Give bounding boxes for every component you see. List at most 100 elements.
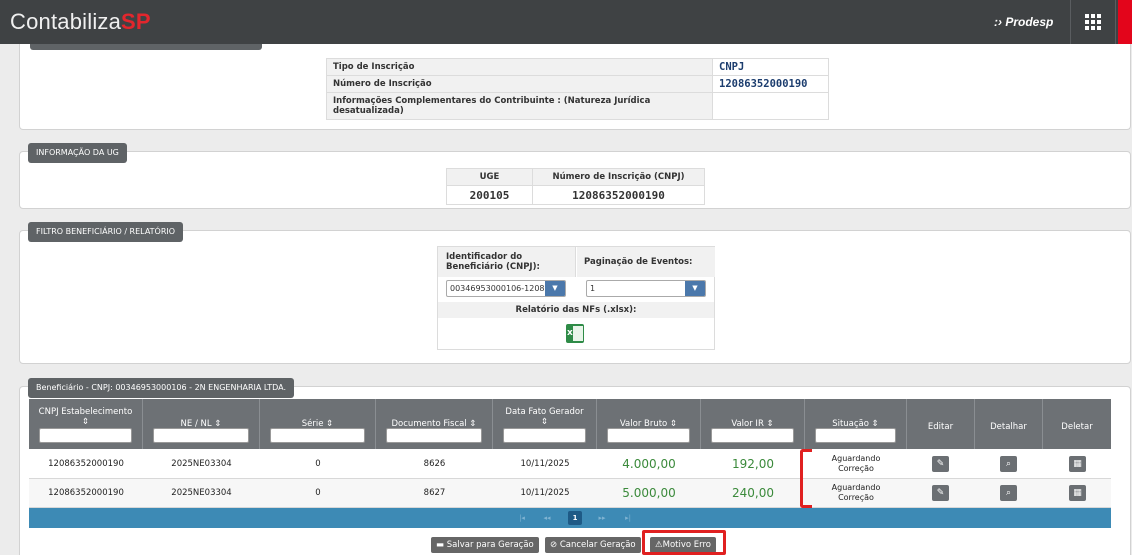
ug-cnpj-value: 12086352000190 bbox=[532, 185, 705, 205]
documento-cell: 8627 bbox=[423, 488, 446, 498]
col-editar: Editar bbox=[907, 399, 975, 449]
identificador-label: Identificador do Beneficiário (CNPJ): bbox=[438, 247, 576, 277]
prev-page-button[interactable]: ◂◂ bbox=[539, 511, 555, 525]
ne-cell: 2025NE03304 bbox=[171, 488, 232, 498]
table-row[interactable]: 12086352000190 2025NE03304 0 8626 10/11/… bbox=[29, 450, 1111, 479]
info-complementar-value bbox=[712, 92, 829, 120]
paginacao-label: Paginação de Eventos: bbox=[577, 247, 715, 277]
col-situacao[interactable]: Situação ⇕ bbox=[805, 399, 907, 449]
cnpj-cell: 12086352000190 bbox=[48, 488, 124, 498]
trash-icon: ▦ bbox=[1073, 488, 1082, 498]
edit-button[interactable]: ✎ bbox=[932, 485, 949, 501]
chevron-down-icon: ▼ bbox=[685, 281, 705, 296]
detail-button[interactable]: ⌕ bbox=[1000, 485, 1017, 501]
valor-bruto-cell: 4.000,00 bbox=[622, 457, 676, 471]
col-header-label: Editar bbox=[927, 422, 954, 432]
situacao-filter-input[interactable] bbox=[815, 428, 896, 443]
excel-file-icon[interactable]: x bbox=[566, 324, 584, 343]
user-menu-button[interactable] bbox=[1118, 0, 1132, 44]
ug-legend: INFORMAÇÃO DA UG bbox=[28, 143, 127, 163]
magnifier-icon: ⌕ bbox=[1005, 459, 1012, 469]
pagination-bar: |◂ ◂◂ 1 ▸▸ ▸| bbox=[29, 508, 1111, 528]
situacao-line2: Correção bbox=[838, 493, 874, 502]
data-cell: 10/11/2025 bbox=[520, 488, 570, 498]
col-deletar: Deletar bbox=[1043, 399, 1111, 449]
paginacao-select-value: 1 bbox=[590, 284, 596, 293]
cancel-icon: ⊘ bbox=[550, 540, 560, 550]
cnpj-cell: 12086352000190 bbox=[48, 459, 124, 469]
col-valor-ir[interactable]: Valor IR ⇕ bbox=[701, 399, 805, 449]
col-cnpj-estabelecimento[interactable]: CNPJ Estabelecimento ⇕ bbox=[29, 399, 143, 449]
cnpj-header: Número de Inscrição (CNPJ) bbox=[532, 168, 705, 186]
tipo-inscricao-value: CNPJ bbox=[712, 58, 829, 76]
sort-icon: ⇕ bbox=[81, 417, 90, 427]
delete-button[interactable]: ▦ bbox=[1069, 456, 1086, 472]
prodesp-arrow-icon: :› bbox=[994, 15, 1006, 29]
col-documento-fiscal[interactable]: Documento Fiscal ⇕ bbox=[376, 399, 493, 449]
top-navbar: ContabilizaSP :› Prodesp bbox=[0, 0, 1132, 44]
valor-ir-filter-input[interactable] bbox=[711, 428, 794, 443]
numero-inscricao-value: 12086352000190 bbox=[712, 75, 829, 93]
chevron-down-icon: ▼ bbox=[545, 281, 565, 296]
filtro-form: Identificador do Beneficiário (CNPJ): Pa… bbox=[437, 246, 715, 350]
delete-button[interactable]: ▦ bbox=[1069, 485, 1086, 501]
info-complementar-label: Informações Complementares do Contribuin… bbox=[326, 92, 713, 120]
contribuinte-table: Tipo de Inscrição CNPJ Número de Inscriçã… bbox=[326, 58, 829, 120]
uge-header: UGE bbox=[446, 168, 533, 186]
brand-accent: SP bbox=[121, 9, 151, 34]
serie-cell: 0 bbox=[315, 488, 321, 498]
last-page-button[interactable]: ▸| bbox=[621, 511, 635, 525]
trash-icon: ▦ bbox=[1073, 459, 1082, 469]
apps-grid-button[interactable] bbox=[1070, 0, 1116, 44]
detail-button[interactable]: ⌕ bbox=[1000, 456, 1017, 472]
folder-icon: ▬ bbox=[436, 540, 447, 550]
serie-cell: 0 bbox=[315, 459, 321, 469]
col-header-label: CNPJ Estabelecimento bbox=[38, 407, 133, 417]
table-row[interactable]: 12086352000190 2025NE03304 0 8627 10/11/… bbox=[29, 479, 1111, 508]
salvar-label: Salvar para Geração bbox=[446, 540, 534, 550]
salvar-geracao-button[interactable]: ▬ Salvar para Geração bbox=[431, 537, 539, 553]
documento-filter-input[interactable] bbox=[386, 428, 482, 443]
edit-button[interactable]: ✎ bbox=[932, 456, 949, 472]
situacao-cell: Aguardando Correção bbox=[805, 450, 907, 479]
situacao-line1: Aguardando bbox=[831, 454, 881, 463]
col-data-fato-gerador[interactable]: Data Fato Gerador ⇕ bbox=[493, 399, 597, 449]
pencil-icon: ✎ bbox=[936, 459, 945, 469]
situacao-highlight-bracket bbox=[800, 449, 812, 508]
serie-filter-input[interactable] bbox=[270, 428, 365, 443]
first-page-button[interactable]: |◂ bbox=[515, 511, 529, 525]
documento-cell: 8626 bbox=[423, 459, 446, 469]
filtro-legend: FILTRO BENEFICIÁRIO / RELATÓRIO bbox=[28, 222, 184, 242]
col-ne-nl[interactable]: NE / NL ⇕ bbox=[143, 399, 260, 449]
col-serie[interactable]: Série ⇕ bbox=[260, 399, 376, 449]
numero-inscricao-label: Número de Inscrição bbox=[326, 75, 713, 93]
col-valor-bruto[interactable]: Valor Bruto ⇕ bbox=[597, 399, 701, 449]
relatorio-label: Relatório das NFs (.xlsx): bbox=[438, 302, 714, 318]
situacao-line2: Correção bbox=[838, 464, 874, 473]
data-filter-input[interactable] bbox=[503, 428, 586, 443]
tipo-inscricao-label: Tipo de Inscrição bbox=[326, 58, 713, 76]
col-header-label: Deletar bbox=[1061, 422, 1093, 432]
paginacao-select[interactable]: 1 ▼ bbox=[586, 280, 706, 297]
apps-grid-icon bbox=[1085, 14, 1101, 30]
cancelar-geracao-button[interactable]: ⊘ Cancelar Geração bbox=[545, 537, 641, 553]
magnifier-icon: ⌕ bbox=[1005, 488, 1012, 498]
col-detalhar: Detalhar bbox=[975, 399, 1043, 449]
data-cell: 10/11/2025 bbox=[520, 459, 570, 469]
col-header-label: Detalhar bbox=[990, 422, 1027, 432]
app-logo[interactable]: ContabilizaSP bbox=[10, 9, 151, 35]
motivo-erro-highlight bbox=[642, 530, 726, 555]
next-page-button[interactable]: ▸▸ bbox=[594, 511, 610, 525]
sort-icon: ⇕ bbox=[540, 417, 549, 427]
uge-value: 200105 bbox=[446, 185, 533, 205]
contribuinte-legend-tail bbox=[30, 44, 262, 50]
cnpj-filter-input[interactable] bbox=[39, 428, 132, 443]
col-header-label: Data Fato Gerador bbox=[505, 407, 584, 417]
situacao-line1: Aguardando bbox=[831, 483, 881, 492]
identificador-select[interactable]: 00346953000106-12086352000190▼ bbox=[446, 280, 566, 297]
current-page-button[interactable]: 1 bbox=[568, 511, 582, 525]
ne-filter-input[interactable] bbox=[153, 428, 249, 443]
valor-ir-cell: 192,00 bbox=[732, 457, 774, 471]
pencil-icon: ✎ bbox=[936, 488, 945, 498]
valor-bruto-filter-input[interactable] bbox=[607, 428, 690, 443]
